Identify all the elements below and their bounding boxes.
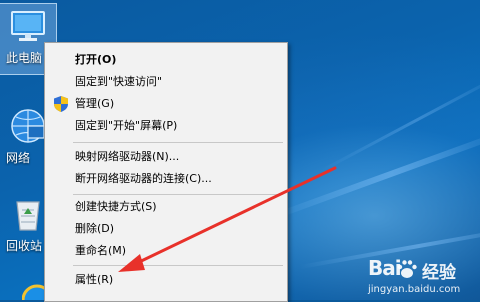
menu-item-label: 打开(O) xyxy=(75,53,117,66)
watermark-url: jingyan.baidu.com xyxy=(368,284,461,295)
recycle-bin-icon xyxy=(16,201,40,231)
menu-item-properties[interactable]: 属性(R) xyxy=(45,269,287,291)
menu-item-label: 重命名(M) xyxy=(75,244,127,257)
menu-separator xyxy=(73,142,283,143)
menu-item-label: 创建快捷方式(S) xyxy=(75,200,157,213)
menu-item-label: 固定到"快速访问" xyxy=(75,75,163,88)
menu-item-create-shortcut[interactable]: 创建快捷方式(S) xyxy=(45,196,287,218)
baidu-paw-icon xyxy=(397,260,417,278)
watermark-product: 经验 xyxy=(422,263,456,283)
menu-item-label: 断开网络驱动器的连接(C)... xyxy=(75,172,212,185)
menu-item-label: 固定到"开始"屏幕(P) xyxy=(75,119,178,132)
network-icon xyxy=(11,109,45,143)
menu-separator xyxy=(73,194,283,195)
menu-item-delete[interactable]: 删除(D) xyxy=(45,218,287,240)
menu-item-label: 管理(G) xyxy=(75,97,115,110)
baidu-jingyan-watermark: Bai 经验 jingyan.baidu.com xyxy=(362,254,480,300)
menu-separator xyxy=(73,265,283,266)
menu-item-open[interactable]: 打开(O) xyxy=(45,49,287,71)
menu-item-label: 删除(D) xyxy=(75,222,115,235)
context-menu: 打开(O) 固定到"快速访问" 管理(G) 固定到"开始"屏幕(P) 映射网络驱… xyxy=(44,42,288,302)
menu-item-pin-start[interactable]: 固定到"开始"屏幕(P) xyxy=(45,115,287,137)
menu-item-label: 属性(R) xyxy=(75,273,114,286)
menu-item-label: 映射网络驱动器(N)... xyxy=(75,150,180,163)
menu-item-pin-quick-access[interactable]: 固定到"快速访问" xyxy=(45,71,287,93)
menu-item-manage[interactable]: 管理(G) xyxy=(45,93,287,115)
admin-shield-icon xyxy=(54,96,68,112)
wallpaper-light-beam xyxy=(319,66,480,173)
this-pc-icon xyxy=(11,11,45,41)
menu-item-map-network-drive[interactable]: 映射网络驱动器(N)... xyxy=(45,146,287,168)
menu-item-disconnect-network-drive[interactable]: 断开网络驱动器的连接(C)... xyxy=(45,168,287,190)
menu-item-rename[interactable]: 重命名(M) xyxy=(45,240,287,262)
